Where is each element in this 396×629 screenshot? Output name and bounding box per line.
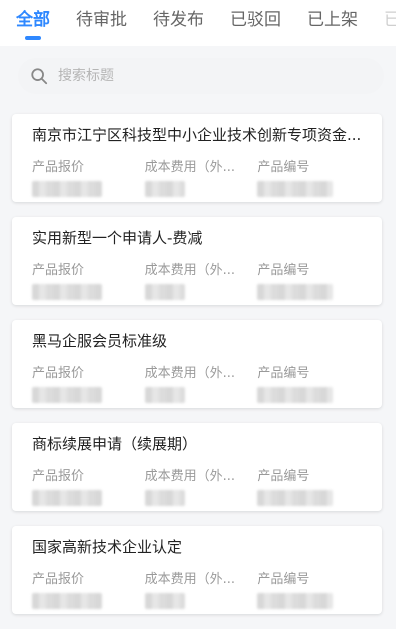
product-card[interactable]: 国家高新技术企业认定 产品报价 成本费用（外... 产品编号	[12, 526, 382, 614]
tab-overflow-label: 已	[384, 10, 396, 30]
tab-pending-publish[interactable]: 待发布	[153, 0, 204, 46]
cost-value-redacted	[144, 284, 185, 300]
tab-pending-publish-label: 待发布	[153, 10, 204, 30]
search-bar[interactable]	[18, 58, 384, 94]
search-icon	[31, 68, 48, 85]
product-title: 南京市江宁区科技型中小企业技术创新专项资金...	[32, 126, 362, 144]
cost-value-redacted	[144, 181, 185, 197]
price-label: 产品报价	[32, 366, 85, 381]
cost-label: 成本费用（外...	[144, 263, 236, 278]
code-value-redacted	[257, 490, 334, 506]
cost-label: 成本费用（外...	[144, 160, 236, 175]
product-title: 实用新型一个申请人-费减	[32, 229, 203, 247]
code-label: 产品编号	[257, 263, 310, 278]
search-input[interactable]	[56, 67, 340, 85]
price-value-redacted	[32, 284, 102, 300]
product-card[interactable]: 商标续展申请（续展期） 产品报价 成本费用（外... 产品编号	[12, 423, 382, 511]
code-value-redacted	[257, 387, 334, 403]
tab-all[interactable]: 全部	[16, 0, 50, 46]
product-card[interactable]: 黑马企服会员标准级 产品报价 成本费用（外... 产品编号	[12, 320, 382, 408]
tab-rejected-label: 已驳回	[230, 10, 281, 30]
tab-rejected[interactable]: 已驳回	[230, 0, 281, 46]
active-tab-indicator	[25, 36, 41, 40]
price-value-redacted	[32, 387, 102, 403]
product-card[interactable]: 南京市江宁区科技型中小企业技术创新专项资金... 产品报价 成本费用（外... …	[12, 114, 382, 202]
tab-listed-label: 已上架	[307, 10, 358, 30]
cost-value-redacted	[144, 387, 185, 403]
code-label: 产品编号	[257, 572, 310, 587]
product-title: 商标续展申请（续展期）	[32, 435, 198, 453]
price-value-redacted	[32, 490, 102, 506]
price-value-redacted	[32, 593, 102, 609]
cost-value-redacted	[144, 593, 185, 609]
cost-value-redacted	[144, 490, 185, 506]
tab-all-label: 全部	[16, 10, 50, 30]
code-value-redacted	[257, 593, 334, 609]
price-value-redacted	[32, 181, 102, 197]
code-label: 产品编号	[257, 366, 310, 381]
cost-label: 成本费用（外...	[144, 572, 236, 587]
price-label: 产品报价	[32, 160, 85, 175]
status-tabs: 全部 待审批 待发布 已驳回 已上架 已	[0, 0, 396, 46]
price-label: 产品报价	[32, 572, 85, 587]
product-card[interactable]: 实用新型一个申请人-费减 产品报价 成本费用（外... 产品编号	[12, 217, 382, 305]
price-label: 产品报价	[32, 263, 85, 278]
product-title: 国家高新技术企业认定	[32, 538, 183, 556]
code-value-redacted	[257, 284, 334, 300]
tab-pending-approval-label: 待审批	[76, 10, 127, 30]
cost-label: 成本费用（外...	[144, 469, 236, 484]
price-label: 产品报价	[32, 469, 85, 484]
tab-listed[interactable]: 已上架	[307, 0, 358, 46]
product-list: 南京市江宁区科技型中小企业技术创新专项资金... 产品报价 成本费用（外... …	[12, 114, 382, 629]
code-label: 产品编号	[257, 160, 310, 175]
cost-label: 成本费用（外...	[144, 366, 236, 381]
code-label: 产品编号	[257, 469, 310, 484]
product-title: 黑马企服会员标准级	[32, 332, 168, 350]
tab-overflow[interactable]: 已	[384, 0, 396, 46]
tab-pending-approval[interactable]: 待审批	[76, 0, 127, 46]
code-value-redacted	[257, 181, 334, 197]
